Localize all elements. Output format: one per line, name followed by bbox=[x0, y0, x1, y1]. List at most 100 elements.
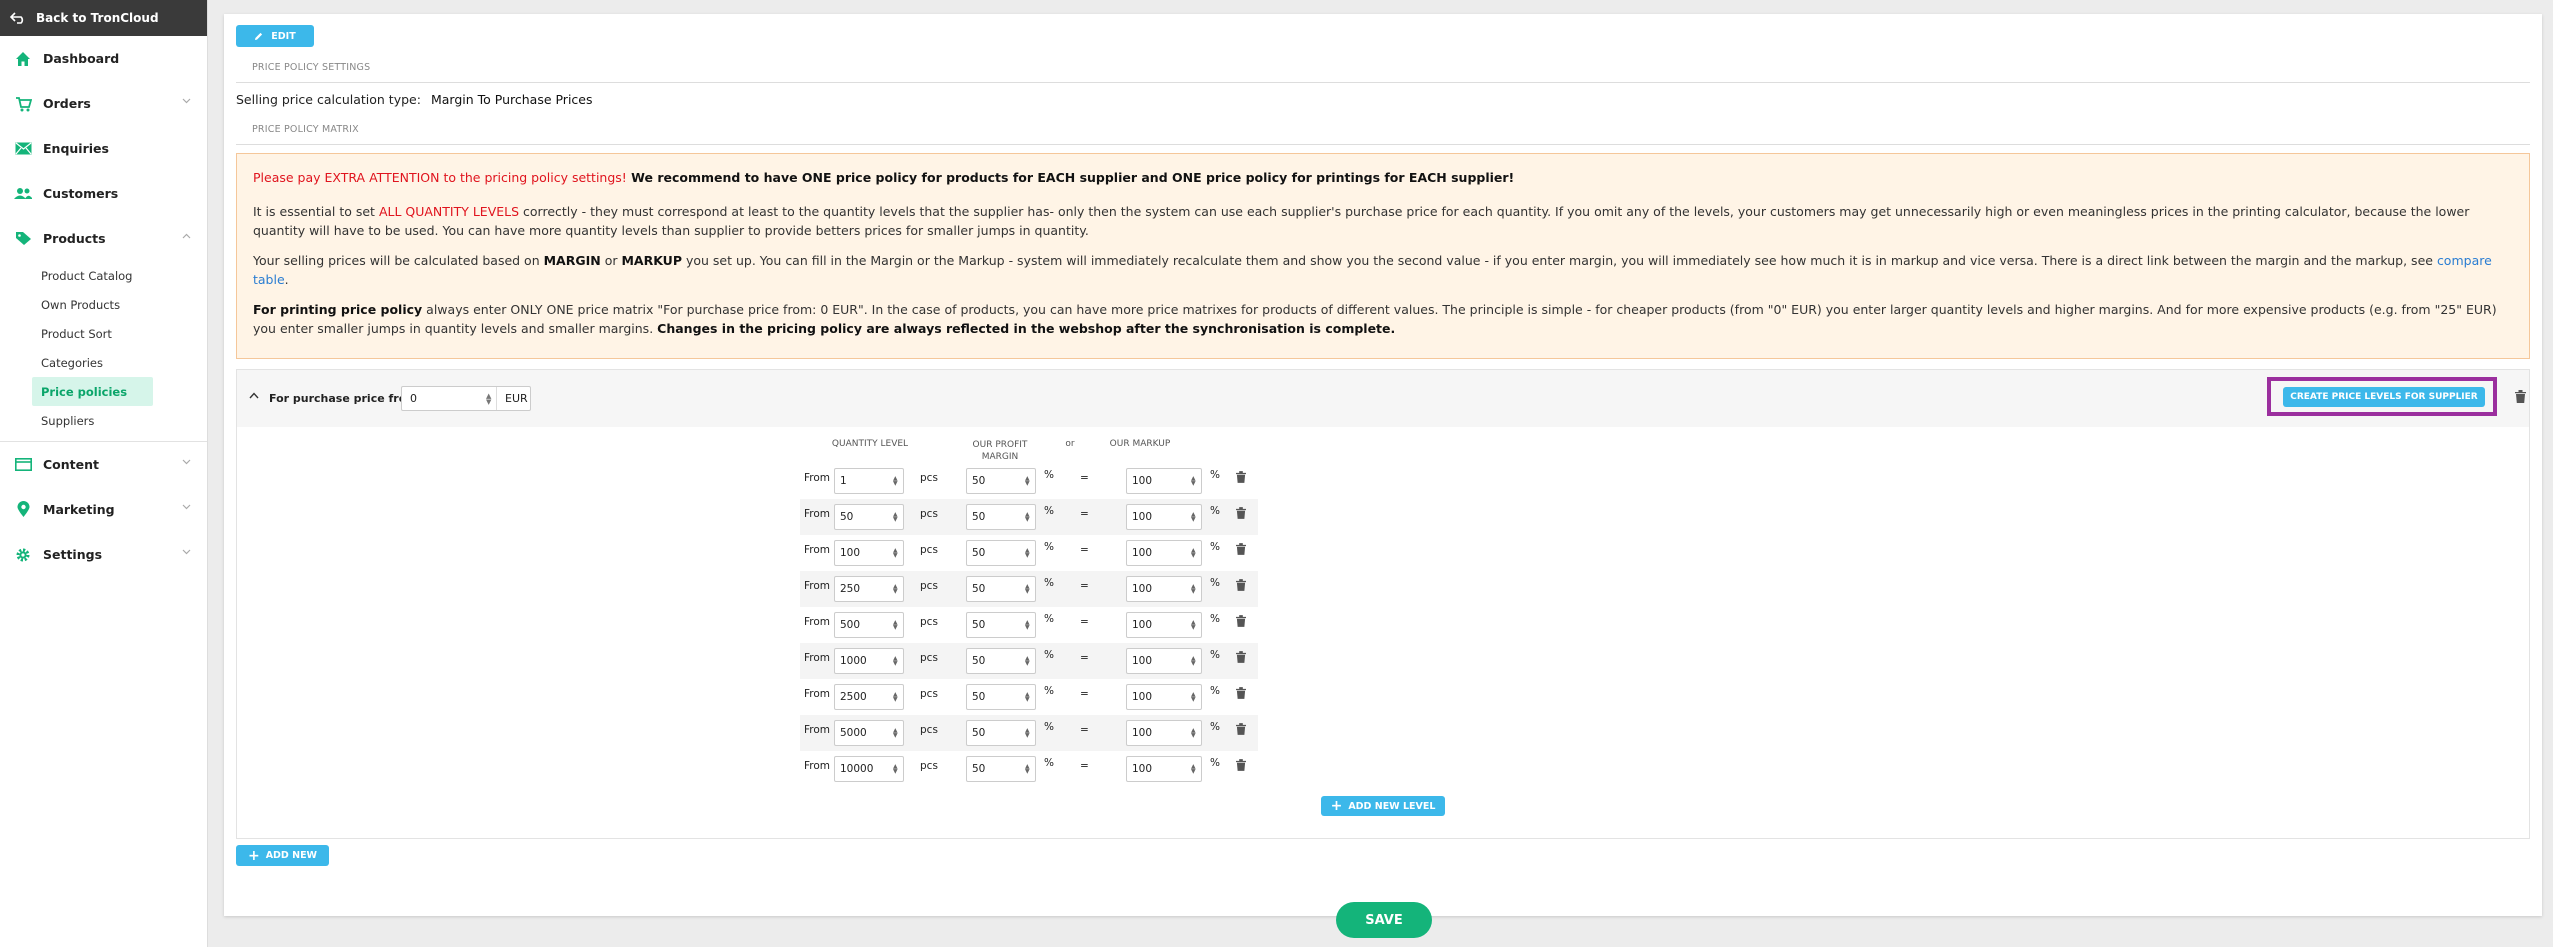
spinner-icon[interactable]: ▲ ▼ bbox=[893, 692, 903, 703]
quantity-input[interactable]: 1 ▲ ▼ bbox=[834, 468, 904, 494]
margin-input[interactable]: 50 ▲ ▼ bbox=[966, 504, 1036, 530]
markup-input[interactable]: 100 ▲ ▼ bbox=[1126, 720, 1202, 746]
sub-own-products[interactable]: Own Products bbox=[32, 290, 153, 319]
spinner-icon[interactable]: ▲ ▼ bbox=[1025, 620, 1035, 631]
spinner-icon[interactable]: ▲ ▼ bbox=[1191, 692, 1201, 703]
back-to-troncloud-link[interactable]: Back to TronCloud bbox=[0, 0, 207, 36]
create-price-levels-button[interactable]: CREATE PRICE LEVELS FOR SUPPLIER bbox=[2283, 387, 2485, 407]
margin-input[interactable]: 50 ▲ ▼ bbox=[966, 648, 1036, 674]
nav-label: Marketing bbox=[43, 502, 115, 517]
trash-icon[interactable] bbox=[1236, 507, 1246, 519]
trash-icon[interactable] bbox=[1236, 687, 1246, 699]
spinner-icon[interactable]: ▲ ▼ bbox=[1191, 728, 1201, 739]
markup-input[interactable]: 100 ▲ ▼ bbox=[1126, 612, 1202, 638]
spinner-icon[interactable]: ▲ ▼ bbox=[1191, 476, 1201, 487]
margin-input[interactable]: 50 ▲ ▼ bbox=[966, 684, 1036, 710]
pcs-label: pcs bbox=[920, 616, 938, 628]
quantity-input[interactable]: 50 ▲ ▼ bbox=[834, 504, 904, 530]
spinner-icon[interactable]: ▲ ▼ bbox=[1191, 512, 1201, 523]
trash-icon[interactable] bbox=[1236, 651, 1246, 663]
quantity-input[interactable]: 250 ▲ ▼ bbox=[834, 576, 904, 602]
margin-input[interactable]: 50 ▲ ▼ bbox=[966, 720, 1036, 746]
sub-suppliers[interactable]: Suppliers bbox=[32, 406, 153, 435]
price-policy-block: For purchase price from: 0 ▲ ▼ EUR CREATE… bbox=[236, 369, 2530, 839]
spinner-icon[interactable]: ▲ ▼ bbox=[893, 620, 903, 631]
spinner-icon[interactable]: ▲ ▼ bbox=[1025, 512, 1035, 523]
margin-input[interactable]: 50 ▲ ▼ bbox=[966, 576, 1036, 602]
save-button[interactable]: SAVE bbox=[1336, 902, 1432, 938]
sidebar: Back to TronCloud Dashboard Orders Enqui… bbox=[0, 0, 208, 947]
spinner-icon[interactable]: ▲ ▼ bbox=[893, 728, 903, 739]
collapse-chevron-icon[interactable] bbox=[249, 392, 259, 399]
nav-dashboard[interactable]: Dashboard bbox=[0, 36, 207, 81]
trash-icon[interactable] bbox=[1236, 759, 1246, 771]
back-label: Back to TronCloud bbox=[36, 11, 159, 25]
sub-categories[interactable]: Categories bbox=[32, 348, 153, 377]
trash-icon[interactable] bbox=[1236, 471, 1246, 483]
markup-input[interactable]: 100 ▲ ▼ bbox=[1126, 684, 1202, 710]
margin-input[interactable]: 50 ▲ ▼ bbox=[966, 468, 1036, 494]
spinner-icon[interactable]: ▲ ▼ bbox=[893, 548, 903, 559]
nav-customers[interactable]: Customers bbox=[0, 171, 207, 216]
add-new-level-button[interactable]: + ADD NEW LEVEL bbox=[1321, 796, 1445, 816]
equals-label: = bbox=[1080, 580, 1089, 592]
margin-input[interactable]: 50 ▲ ▼ bbox=[966, 540, 1036, 566]
add-new-label: ADD NEW bbox=[265, 850, 318, 861]
nav-content[interactable]: Content bbox=[0, 442, 207, 487]
markup-input[interactable]: 100 ▲ ▼ bbox=[1126, 468, 1202, 494]
spinner-icon[interactable]: ▲ ▼ bbox=[1025, 728, 1035, 739]
purchase-price-value: 0 bbox=[410, 392, 417, 405]
markup-input[interactable]: 100 ▲ ▼ bbox=[1126, 756, 1202, 782]
trash-icon[interactable] bbox=[2515, 390, 2526, 403]
quantity-input[interactable]: 100 ▲ ▼ bbox=[834, 540, 904, 566]
spinner-icon[interactable]: ▲ ▼ bbox=[893, 584, 903, 595]
calc-type-label: Selling price calculation type: bbox=[236, 92, 421, 107]
add-new-button[interactable]: + ADD NEW bbox=[236, 845, 329, 866]
trash-icon[interactable] bbox=[1236, 723, 1246, 735]
spinner-icon[interactable]: ▲ ▼ bbox=[893, 656, 903, 667]
purchase-price-input[interactable]: 0 ▲ ▼ EUR bbox=[401, 386, 531, 411]
quantity-input[interactable]: 2500 ▲ ▼ bbox=[834, 684, 904, 710]
spinner-icon[interactable]: ▲ ▼ bbox=[1191, 764, 1201, 775]
sub-product-catalog[interactable]: Product Catalog bbox=[32, 261, 153, 290]
quantity-input[interactable]: 500 ▲ ▼ bbox=[834, 612, 904, 638]
spinner-icon[interactable]: ▲ ▼ bbox=[1025, 692, 1035, 703]
trash-icon[interactable] bbox=[1236, 615, 1246, 627]
percent-label: % bbox=[1044, 541, 1054, 553]
warning-red-text: Please pay EXTRA ATTENTION to the pricin… bbox=[253, 170, 627, 185]
warning-text: Your selling prices will be calculated b… bbox=[253, 253, 544, 268]
spinner-icon[interactable]: ▲ ▼ bbox=[1025, 584, 1035, 595]
quantity-input[interactable]: 10000 ▲ ▼ bbox=[834, 756, 904, 782]
spinner-icon[interactable]: ▲ ▼ bbox=[1025, 764, 1035, 775]
spinner-icon[interactable]: ▲ ▼ bbox=[1191, 584, 1201, 595]
spinner-icon[interactable]: ▲ ▼ bbox=[1191, 548, 1201, 559]
sub-price-policies[interactable]: Price policies bbox=[32, 377, 153, 406]
spinner-icon[interactable]: ▲ ▼ bbox=[893, 512, 903, 523]
spinner-icon[interactable]: ▲ ▼ bbox=[1191, 656, 1201, 667]
spinner-icon[interactable]: ▲ ▼ bbox=[893, 476, 903, 487]
sub-product-sort[interactable]: Product Sort bbox=[32, 319, 153, 348]
trash-icon[interactable] bbox=[1236, 543, 1246, 555]
spinner-icon[interactable]: ▲ ▼ bbox=[486, 392, 496, 405]
markup-input[interactable]: 100 ▲ ▼ bbox=[1126, 648, 1202, 674]
markup-input[interactable]: 100 ▲ ▼ bbox=[1126, 576, 1202, 602]
quantity-input[interactable]: 5000 ▲ ▼ bbox=[834, 720, 904, 746]
quantity-input[interactable]: 1000 ▲ ▼ bbox=[834, 648, 904, 674]
trash-icon[interactable] bbox=[1236, 579, 1246, 591]
nav-enquiries[interactable]: Enquiries bbox=[0, 126, 207, 171]
spinner-icon[interactable]: ▲ ▼ bbox=[893, 764, 903, 775]
nav-orders[interactable]: Orders bbox=[0, 81, 207, 126]
nav-settings[interactable]: Settings bbox=[0, 532, 207, 577]
spinner-icon[interactable]: ▲ ▼ bbox=[1025, 476, 1035, 487]
edit-button[interactable]: EDIT bbox=[236, 25, 314, 47]
margin-input[interactable]: 50 ▲ ▼ bbox=[966, 756, 1036, 782]
nav-marketing[interactable]: Marketing bbox=[0, 487, 207, 532]
nav-products[interactable]: Products bbox=[0, 216, 207, 261]
markup-input[interactable]: 100 ▲ ▼ bbox=[1126, 504, 1202, 530]
markup-input[interactable]: 100 ▲ ▼ bbox=[1126, 540, 1202, 566]
spinner-icon[interactable]: ▲ ▼ bbox=[1025, 548, 1035, 559]
quantity-value: 100 bbox=[840, 547, 861, 559]
spinner-icon[interactable]: ▲ ▼ bbox=[1025, 656, 1035, 667]
margin-input[interactable]: 50 ▲ ▼ bbox=[966, 612, 1036, 638]
spinner-icon[interactable]: ▲ ▼ bbox=[1191, 620, 1201, 631]
